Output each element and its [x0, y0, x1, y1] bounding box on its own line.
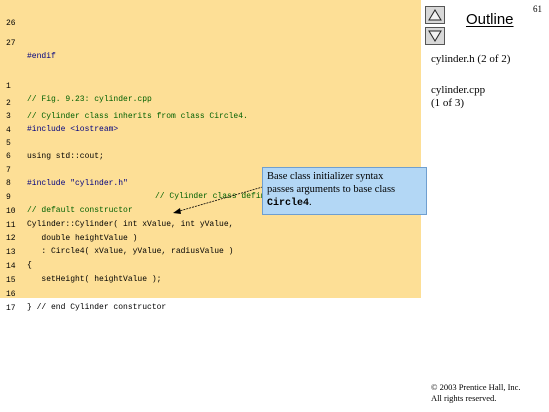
copyright-line-1: © 2003 Prentice Hall, Inc. — [431, 382, 521, 392]
outline-item-cylinder-cpp-pages[interactable]: (1 of 3) — [431, 97, 464, 110]
outline-link[interactable]: Outline — [466, 11, 514, 28]
code-text: } // end Cylinder constructor — [27, 303, 167, 312]
code-line: 3 #include <iostream> — [0, 97, 421, 134]
line-number: 17 — [6, 304, 16, 313]
slide-number: 61 — [533, 4, 542, 14]
callout-line-1: Base class initializer syntax — [267, 171, 384, 182]
code-line: 1 // Fig. 9.23: cylinder.cpp — [0, 67, 421, 104]
code-line: 5 using std::cout; — [0, 124, 421, 161]
callout-line-2: passes arguments to base class — [267, 184, 396, 195]
code-line: 7 #include "cylinder.h" // Cylinder clas… — [0, 151, 421, 201]
code-line: 6 — [0, 137, 421, 161]
code-text: #endif — [27, 52, 56, 61]
code-line: 16 } // end Cylinder constructor — [0, 275, 421, 312]
code-panel: 26 27 #endif 1 // Fig. 9.23: cylinder.cp… — [0, 0, 421, 313]
callout-line-3: Circle4. — [267, 197, 312, 209]
code-line: 15 — [0, 261, 421, 285]
code-line: 14 setHeight( heightValue ); — [0, 247, 421, 284]
next-slide-button[interactable] — [425, 27, 445, 45]
code-line: 26 — [0, 4, 421, 28]
callout-code: Circle4 — [267, 198, 310, 209]
code-line: 27 #endif — [0, 24, 421, 61]
code-line: 13 { — [0, 233, 421, 270]
outline-item-cylinder-h[interactable]: cylinder.h (2 of 2) — [431, 53, 510, 66]
line-number: 27 — [6, 39, 16, 48]
copyright-line-2: All rights reserved. — [431, 393, 497, 403]
code-line: 12 : Circle4( xValue, yValue, radiusValu… — [0, 219, 421, 256]
code-line: 17 — [0, 289, 421, 313]
callout-box: Base class initializer syntax passes arg… — [262, 167, 427, 215]
code-line: 2 // Cylinder class inherits from class … — [0, 84, 421, 121]
previous-slide-button[interactable] — [425, 6, 445, 24]
triangle-up-icon — [428, 9, 442, 21]
copyright: © 2003 Prentice Hall, Inc. All rights re… — [431, 382, 521, 404]
outline-item-cylinder-cpp[interactable]: cylinder.cpp — [431, 84, 485, 97]
triangle-down-icon — [428, 30, 442, 42]
code-line: 4 — [0, 111, 421, 135]
